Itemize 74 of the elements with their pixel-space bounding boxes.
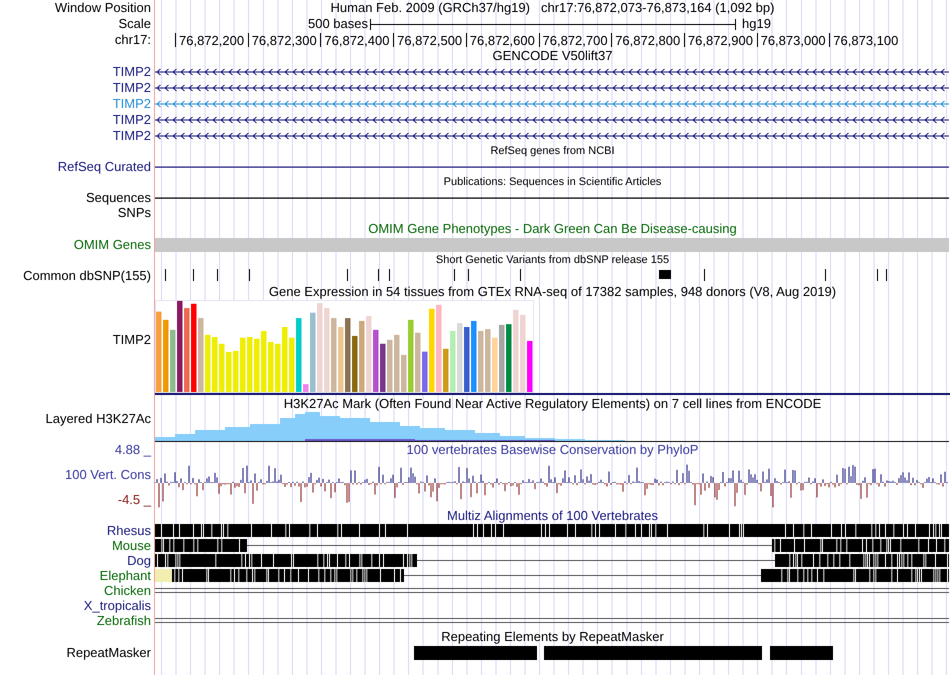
track-label[interactable]: Zebrafish [96, 613, 151, 628]
expression-bar [415, 332, 420, 392]
expression-bar [478, 330, 484, 392]
track-label[interactable]: RepeatMasker [66, 645, 151, 661]
track-title: Gene Expression in 54 tissues from GTEx RNA-seq of 17382 samples, 948 donors (V8, Aug 2019) [268, 284, 836, 300]
expression-bar [380, 344, 386, 392]
expression-bar [373, 330, 378, 392]
track-title: Publications: Sequences in Scientific Articles [444, 175, 662, 190]
ruler-tick-label: 76,872,500 [393, 33, 462, 47]
expression-bar [387, 340, 392, 392]
expression-bar [464, 327, 470, 392]
track-label[interactable]: Layered H3K27Ac [45, 411, 151, 427]
track-title: GENCODE V50lift37 [492, 48, 612, 64]
expression-bar [422, 352, 428, 392]
expression-bar [359, 320, 364, 392]
track-label[interactable]: X_tropicalis [84, 598, 151, 613]
expression-bar [485, 329, 490, 392]
expression-bar [450, 330, 456, 392]
assembly-title: Human Feb. 2009 (GRCh37/hg19) [330, 0, 530, 16]
expression-bar [457, 323, 462, 392]
track-label[interactable]: Chicken [104, 583, 151, 598]
expression-bar [275, 344, 280, 392]
expression-bar [233, 350, 238, 392]
track-label[interactable]: Rhesus [106, 523, 151, 538]
expression-bar [226, 352, 232, 392]
ruler-tick-label: 76,873,100 [829, 33, 898, 47]
ruler-tick-label: 76,872,600 [466, 33, 535, 47]
track-label[interactable]: Sequences [86, 190, 151, 206]
expression-bar [170, 330, 176, 392]
track-label[interactable]: Dog [127, 553, 151, 568]
expression-bar [471, 320, 476, 392]
track-label[interactable]: Elephant [100, 568, 151, 583]
track-title: 100 vertebrates Basewise Conservation by PhyloP [406, 442, 698, 458]
track-label[interactable]: SNPs [118, 206, 151, 220]
ruler-tick-label: 76,872,900 [684, 33, 753, 47]
expression-bar [205, 334, 210, 392]
expression-bar [506, 324, 512, 392]
expression-bar [443, 348, 448, 392]
expression-bar [261, 330, 266, 392]
expression-bar [240, 338, 246, 392]
expression-bar [499, 324, 504, 392]
position-text: chr17:76,872,073-76,873,164 (1,092 bp) [540, 0, 774, 16]
ruler-tick-label: 76,872,400 [320, 33, 390, 47]
expression-bar [394, 334, 400, 392]
expression-bar [268, 342, 274, 392]
expression-bar [527, 340, 532, 392]
expression-bar [247, 337, 252, 392]
ruler-tick-label: 76,873,000 [756, 33, 826, 47]
expression-bar [352, 336, 358, 392]
ruler-tick-label: 76,872,800 [611, 33, 680, 47]
expression-bar [282, 327, 288, 392]
track-title: Short Genetic Variants from dbSNP release 155 [436, 253, 670, 267]
expression-bar [338, 327, 344, 392]
ruler-tick-label: 76,872,700 [538, 33, 608, 47]
track-title: H3K27Ac Mark (Often Found Near Active Regulatory Elements) on 7 cell lines from ENCODE [284, 396, 822, 412]
track-label[interactable]: 100 Vert. Cons [65, 466, 151, 482]
expression-bar [303, 384, 308, 392]
ruler-tick-label: 76,872,200 [175, 33, 244, 47]
expression-bar [401, 354, 406, 392]
axis-max-label: 4.88 _ [114, 442, 151, 458]
track-title: Multiz Alignments of 100 Vertebrates [446, 509, 658, 523]
expression-bar [289, 338, 294, 392]
track-label[interactable]: RefSeq Curated [58, 159, 151, 175]
assembly-label: hg19 [742, 16, 771, 32]
track-title: Repeating Elements by RepeatMasker [441, 628, 664, 645]
ruler-tick-label: 76,872,300 [248, 33, 317, 47]
expression-bar [492, 338, 498, 392]
track-title: OMIM Gene Phenotypes - Dark Green Can Be Disease-causing [368, 220, 737, 237]
expression-bar [212, 337, 218, 392]
expression-bar [219, 344, 224, 392]
expression-bar [254, 338, 260, 392]
scale-text: 500 bases [307, 16, 369, 32]
track-title: RefSeq genes from NCBI [490, 144, 615, 159]
track-label[interactable]: Mouse [112, 538, 151, 553]
